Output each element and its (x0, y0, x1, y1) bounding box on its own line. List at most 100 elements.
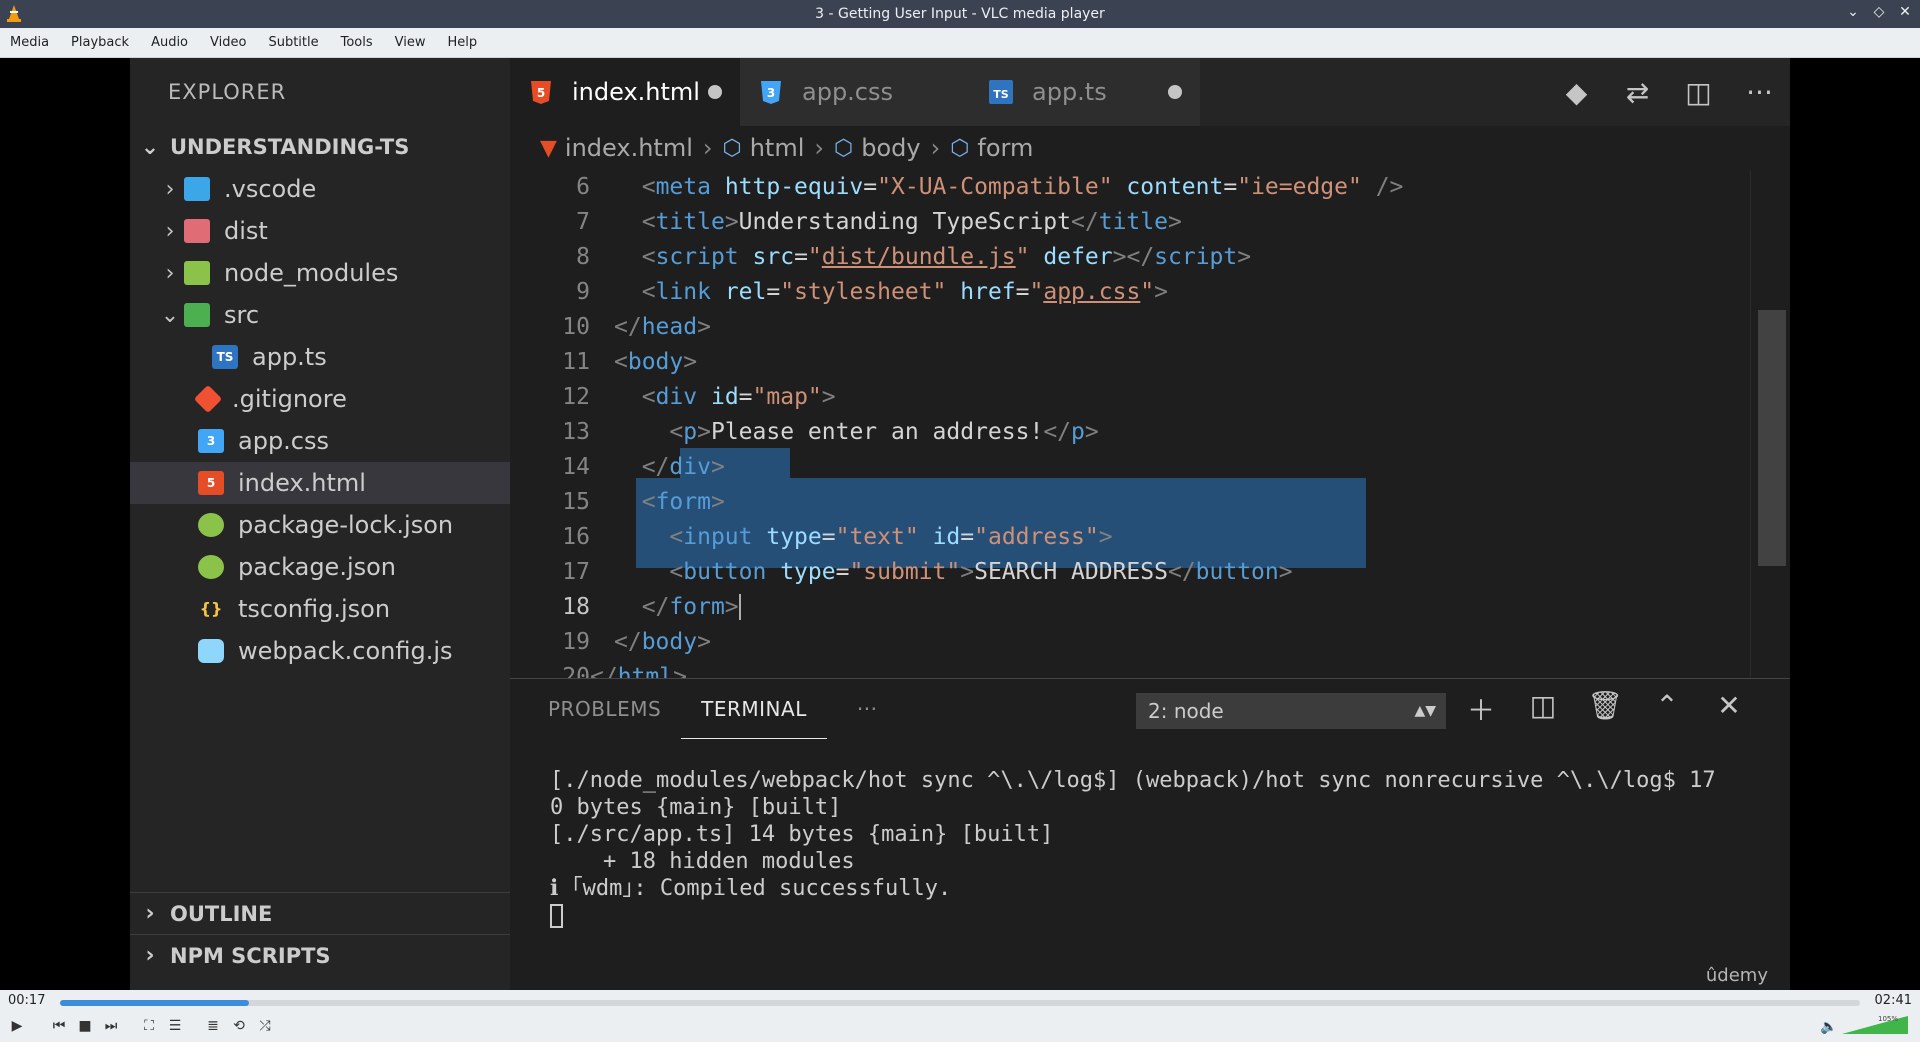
seek-bar[interactable] (60, 1000, 1860, 1006)
line-number: 13 (562, 419, 590, 445)
tree-item-src[interactable]: ⌄ src (130, 294, 510, 336)
scroll-thumb[interactable] (1758, 310, 1786, 566)
minimize-button[interactable]: ⌄ (1844, 4, 1862, 20)
code-text: <title>Understanding TypeScript</title> (641, 209, 1182, 235)
line-number: 12 (562, 384, 590, 410)
tree-item-label: node_modules (224, 259, 399, 287)
tree-item-vscode[interactable]: › .vscode (130, 168, 510, 210)
tree-item-package-lock[interactable]: package-lock.json (130, 504, 510, 546)
breadcrumb-item[interactable]: body (861, 134, 920, 162)
menu-view[interactable]: View (385, 35, 438, 50)
tree-item-label: app.ts (252, 343, 327, 371)
chevron-right-icon: › (165, 260, 175, 286)
play-button[interactable]: ▶ (6, 1016, 28, 1036)
code-text: </head> (614, 314, 711, 340)
maximize-button[interactable]: ◇ (1870, 4, 1888, 20)
css-file-icon: 3 (198, 429, 224, 453)
element-cube-icon: ⬡ (722, 135, 742, 161)
tree-item-webpack-config[interactable]: webpack.config.js (130, 630, 510, 672)
tree-item-app-ts[interactable]: TS app.ts (130, 336, 510, 378)
code-line: 15 <form> (510, 485, 1750, 520)
more-tabs-icon[interactable]: ··· (827, 679, 898, 739)
tab-problems[interactable]: PROBLEMS (510, 679, 681, 739)
tab-app-ts[interactable]: TS app.ts (970, 58, 1200, 126)
next-icon[interactable]: ⏭ (100, 1016, 122, 1036)
code-line: 14 </div> (510, 450, 1750, 485)
panel-tabs: PROBLEMS TERMINAL ··· (510, 679, 897, 739)
tab-app-css[interactable]: 3 app.css (740, 58, 970, 126)
typescript-file-icon: TS (989, 80, 1013, 104)
menu-tools[interactable]: Tools (331, 35, 385, 50)
code-text: </body> (614, 629, 711, 655)
maximize-panel-icon[interactable]: ⌃ (1636, 689, 1698, 729)
previous-icon[interactable]: ⏮ (48, 1016, 70, 1036)
breadcrumb-item[interactable]: index.html (565, 134, 693, 162)
folder-vscode-icon (184, 177, 210, 201)
vlc-cone-icon (7, 5, 21, 22)
video-frame: EXPLORER ⌄ UNDERSTANDING-TS › .vscode › dis… (130, 58, 1790, 990)
more-actions-icon[interactable]: ··· (1729, 76, 1790, 109)
extended-settings-icon[interactable]: ☰ (164, 1016, 186, 1036)
add-terminal-icon[interactable]: ＋ (1450, 689, 1512, 729)
terminal-line: ℹ ｢wdm｣: Compiled successfully. (550, 876, 952, 901)
modified-dot-icon[interactable] (708, 85, 722, 99)
git-icon[interactable]: ◆ (1546, 76, 1607, 109)
breadcrumb-item[interactable]: html (750, 134, 805, 162)
menu-video[interactable]: Video (200, 35, 258, 50)
trash-icon[interactable]: 🗑 (1574, 689, 1636, 729)
code-editor[interactable]: 6 <meta http-equiv="X-UA-Compatible" con… (510, 170, 1750, 690)
tree-item-package-json[interactable]: package.json (130, 546, 510, 588)
tree-item-tsconfig[interactable]: {} tsconfig.json (130, 588, 510, 630)
fullscreen-icon[interactable]: ⛶ (138, 1016, 160, 1036)
tab-index-html[interactable]: 5 index.html (510, 58, 740, 126)
open-changes-icon[interactable]: ⇄ (1607, 76, 1668, 109)
tree-item-app-css[interactable]: 3 app.css (130, 420, 510, 462)
terminal-line: [./node_modules/webpack/hot sync ^\.\/lo… (550, 768, 1716, 793)
npm-scripts-section[interactable]: › NPM SCRIPTS (130, 934, 510, 976)
editor-area: 5 index.html 3 app.css TS app.ts ◆ ⇄ ◫ ·… (510, 58, 1790, 990)
menu-help[interactable]: Help (438, 35, 490, 50)
webpack-icon (198, 639, 224, 663)
svg-text:TS: TS (993, 88, 1009, 101)
line-number: 9 (576, 279, 590, 305)
explorer-title: EXPLORER (168, 80, 287, 104)
editor-scrollbar[interactable] (1750, 170, 1790, 678)
chevron-right-icon: › (165, 176, 175, 202)
line-number: 17 (562, 559, 590, 585)
project-section[interactable]: ⌄ UNDERSTANDING-TS (130, 126, 510, 168)
close-button[interactable]: ✕ (1896, 4, 1914, 20)
code-line: 16 <input type="text" id="address"> (510, 520, 1750, 555)
typescript-file-icon: TS (212, 345, 238, 369)
terminal-line: + 18 hidden modules (550, 849, 855, 874)
terminal-select[interactable]: 2: node ▲▼ (1136, 693, 1446, 729)
breadcrumb-item[interactable]: form (977, 134, 1033, 162)
code-line: 19 </body> (510, 625, 1750, 660)
chevron-right-icon: › (165, 218, 175, 244)
tree-item-index-html[interactable]: 5 index.html (130, 462, 510, 504)
tree-item-node-modules[interactable]: › node_modules (130, 252, 510, 294)
volume-slider[interactable]: 🔈 105% (1820, 1012, 1910, 1036)
close-panel-icon[interactable]: ✕ (1698, 689, 1760, 729)
outline-section[interactable]: › OUTLINE (130, 892, 510, 934)
shuffle-icon[interactable]: ⤮ (254, 1016, 276, 1036)
stop-icon[interactable]: ■ (74, 1016, 96, 1036)
menu-subtitle[interactable]: Subtitle (258, 35, 330, 50)
split-terminal-icon[interactable]: ◫ (1512, 689, 1574, 729)
code-text: <form> (641, 489, 725, 515)
menu-playback[interactable]: Playback (61, 35, 141, 50)
modified-dot-icon[interactable] (1168, 85, 1182, 99)
terminal-output[interactable]: [./node_modules/webpack/hot sync ^\.\/lo… (550, 767, 1716, 929)
tab-terminal[interactable]: TERMINAL (681, 679, 827, 739)
menu-audio[interactable]: Audio (141, 35, 200, 50)
playlist-icon[interactable]: ≣ (202, 1016, 224, 1036)
split-editor-icon[interactable]: ◫ (1668, 76, 1729, 109)
chevron-down-icon: ⌄ (140, 134, 160, 160)
chevron-right-icon: › (930, 134, 941, 162)
loop-icon[interactable]: ⟲ (228, 1016, 250, 1036)
volume-label: 105% (1878, 1015, 1898, 1023)
tree-item-dist[interactable]: › dist (130, 210, 510, 252)
menu-media[interactable]: Media (0, 35, 61, 50)
code-text: </div> (641, 454, 725, 480)
tree-item-label: package.json (238, 553, 397, 581)
tree-item-gitignore[interactable]: .gitignore (130, 378, 510, 420)
